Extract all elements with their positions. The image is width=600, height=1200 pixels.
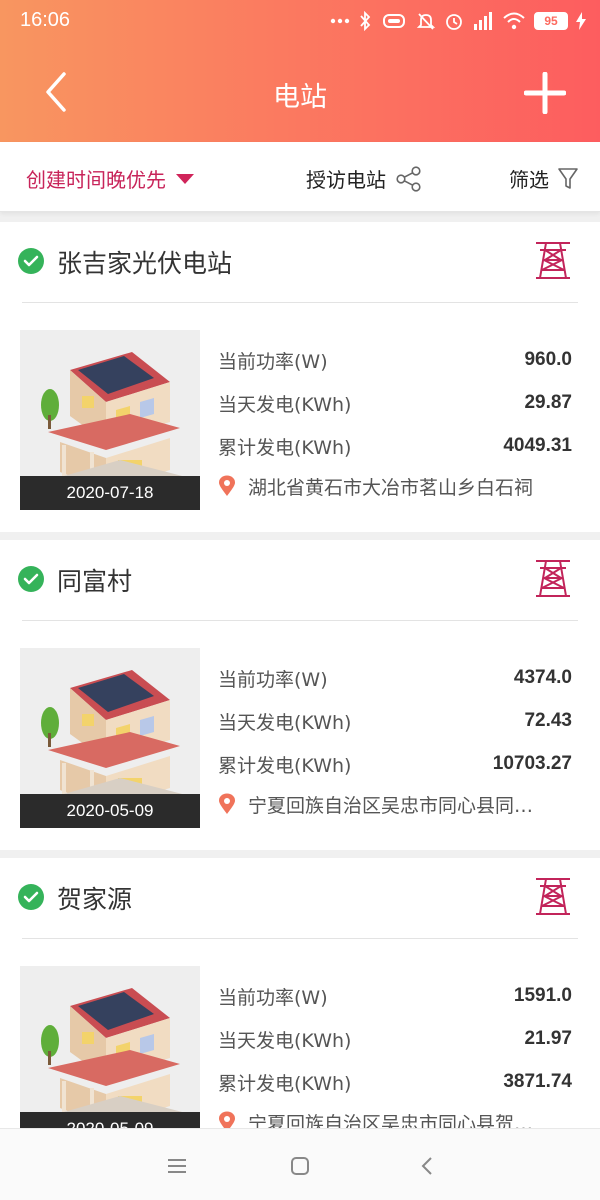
power-value: 1591.0: [513, 985, 572, 1006]
address-row: 湖北省黄石市大冶市茗山乡白石祠: [218, 472, 572, 500]
station-card[interactable]: 张吉家光伏电站 2020-07-18 当前功率(W) 960.0 当天发电(KW…: [0, 222, 600, 532]
charging-icon: [576, 12, 586, 30]
sort-dropdown[interactable]: 创建时间晚优先: [26, 164, 194, 193]
station-card-header: 贺家源: [0, 858, 600, 938]
today-label: 当天发电(KWh): [218, 1029, 352, 1052]
vibrate-icon: [380, 13, 408, 29]
station-image[interactable]: 2020-05-09: [20, 966, 200, 1146]
status-time: 16:06: [20, 9, 71, 31]
today-value: 72.43: [524, 710, 572, 731]
status-bar: 16:06 95: [0, 0, 600, 42]
sort-label: 创建时间晚优先: [26, 168, 166, 192]
transmission-tower-icon[interactable]: [534, 558, 572, 598]
funnel-icon: [558, 167, 578, 189]
transmission-tower-icon[interactable]: [534, 876, 572, 916]
system-nav-bar: [0, 1128, 600, 1200]
power-row: 当前功率(W) 960.0: [218, 346, 572, 374]
transmission-tower-icon[interactable]: [534, 240, 572, 280]
wifi-icon: [502, 12, 526, 30]
power-label: 当前功率(W): [218, 986, 328, 1009]
filter-label: 筛选: [509, 168, 549, 192]
menu-icon: [168, 1159, 186, 1173]
station-image[interactable]: 2020-07-18: [20, 330, 200, 510]
plus-icon: [524, 72, 566, 114]
address-text: 宁夏回族自治区吴忠市同心县同…: [248, 794, 534, 817]
total-value: 3871.74: [503, 1071, 572, 1092]
today-value: 29.87: [524, 392, 572, 413]
share-icon: [396, 165, 421, 192]
address-row: 宁夏回族自治区吴忠市同心县同…: [218, 790, 572, 818]
total-value: 4049.31: [503, 435, 572, 456]
more-dots-icon: [330, 18, 350, 24]
caret-down-icon: [176, 173, 194, 184]
divider: [22, 302, 578, 303]
home-button[interactable]: [283, 1149, 317, 1183]
power-row: 当前功率(W) 1591.0: [218, 982, 572, 1010]
bluetooth-icon: [358, 11, 372, 31]
home-icon: [291, 1157, 309, 1175]
total-label: 累计发电(KWh): [218, 1072, 352, 1095]
online-check-icon: [18, 884, 44, 910]
created-date: 2020-07-18: [20, 476, 200, 510]
location-pin-icon: [219, 793, 235, 814]
station-card-header: 同富村: [0, 540, 600, 620]
station-image[interactable]: 2020-05-09: [20, 648, 200, 828]
menu-button[interactable]: [160, 1149, 194, 1183]
today-row: 当天发电(KWh) 72.43: [218, 707, 572, 735]
filter-bar: 创建时间晚优先 授访电站 筛选: [0, 142, 600, 212]
station-card[interactable]: 贺家源 2020-05-09 当前功率(W): [0, 858, 600, 1168]
power-row: 当前功率(W) 4374.0: [218, 664, 572, 692]
total-row: 累计发电(KWh) 4049.31: [218, 432, 572, 460]
visit-stations-button[interactable]: 授访电站: [306, 164, 422, 193]
today-row: 当天发电(KWh) 21.97: [218, 1025, 572, 1053]
divider: [22, 620, 578, 621]
total-row: 累计发电(KWh) 10703.27: [218, 750, 572, 778]
power-label: 当前功率(W): [218, 350, 328, 373]
signal-icon: [472, 12, 494, 30]
visit-label: 授访电站: [306, 168, 386, 192]
today-value: 21.97: [524, 1028, 572, 1049]
app-bar: 电站: [0, 42, 600, 142]
station-name: 张吉家光伏电站: [57, 249, 233, 278]
total-value: 10703.27: [492, 753, 572, 774]
add-station-button[interactable]: [522, 70, 568, 116]
station-card[interactable]: 同富村 2020-05-09 当前功率(W) 4374.0 当天发电(KWh) …: [0, 540, 600, 850]
location-pin-icon: [219, 475, 235, 496]
divider: [22, 938, 578, 939]
online-check-icon: [18, 248, 44, 274]
total-label: 累计发电(KWh): [218, 754, 352, 777]
mute-icon: [416, 11, 436, 31]
today-label: 当天发电(KWh): [218, 711, 352, 734]
today-label: 当天发电(KWh): [218, 393, 352, 416]
station-card-header: 张吉家光伏电站: [0, 222, 600, 302]
total-row: 累计发电(KWh) 3871.74: [218, 1068, 572, 1096]
status-icons: 95: [330, 8, 586, 34]
power-label: 当前功率(W): [218, 668, 328, 691]
alarm-icon: [444, 11, 464, 31]
filter-button[interactable]: 筛选: [509, 164, 579, 193]
station-name: 同富村: [57, 567, 133, 596]
online-check-icon: [18, 566, 44, 592]
back-icon: [421, 1157, 432, 1175]
created-date: 2020-05-09: [20, 794, 200, 828]
system-back-button[interactable]: [410, 1149, 444, 1183]
battery-indicator: 95: [534, 12, 568, 30]
power-value: 4374.0: [513, 667, 572, 688]
station-name: 贺家源: [57, 885, 133, 914]
header-background: 16:06 95 电站: [0, 0, 600, 142]
page-title: 电站: [273, 82, 327, 113]
address-text: 湖北省黄石市大冶市茗山乡白石祠: [248, 476, 534, 499]
total-label: 累计发电(KWh): [218, 436, 352, 459]
today-row: 当天发电(KWh) 29.87: [218, 389, 572, 417]
power-value: 960.0: [524, 349, 572, 370]
